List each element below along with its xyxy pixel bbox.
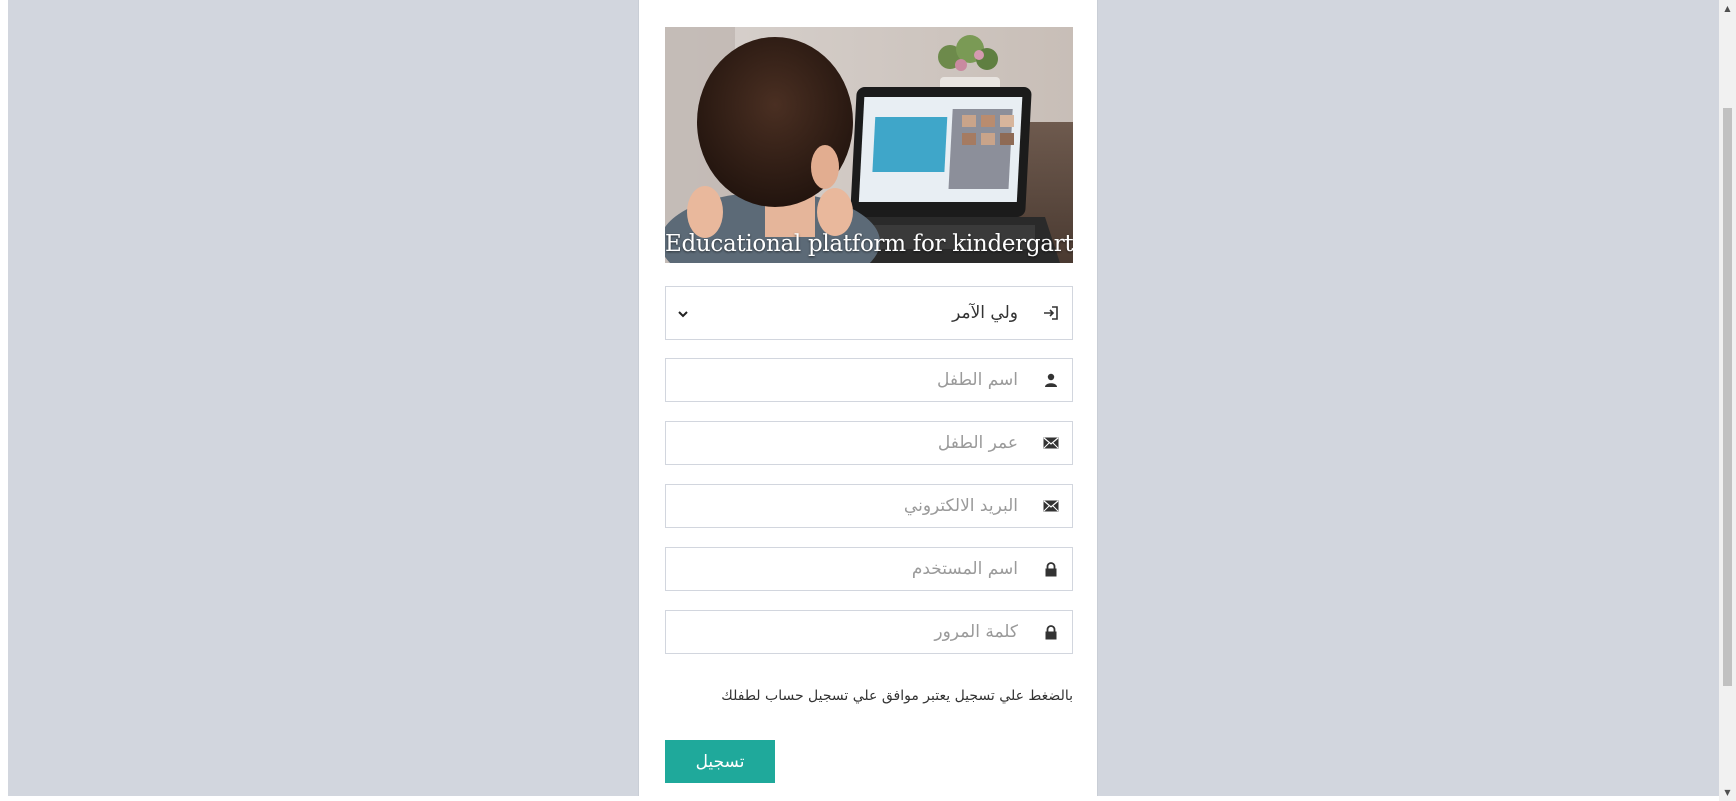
envelope-icon [1042, 434, 1060, 452]
bottom-edge [0, 796, 1719, 801]
password-placeholder: كلمة المرور [934, 622, 1018, 642]
hero-caption: Educational platform for kindergarten [665, 231, 1073, 257]
email-input[interactable]: البريد الالكتروني [665, 484, 1073, 528]
child-name-placeholder: اسم الطفل [936, 370, 1018, 390]
envelope-icon [1042, 497, 1060, 515]
child-name-input[interactable]: اسم الطفل [665, 358, 1073, 402]
register-button[interactable]: تسجيل [665, 740, 775, 783]
scrollbar-thumb[interactable] [1723, 108, 1732, 686]
sign-in-icon [1042, 304, 1060, 322]
vertical-scrollbar[interactable]: ▲ ▼ [1719, 0, 1736, 801]
lock-icon [1042, 623, 1060, 641]
hero-image: Educational platform for kindergarten [665, 27, 1073, 263]
registration-card: Educational platform for kindergarten ول… [638, 0, 1098, 801]
terms-note: بالضغط علي تسجيل يعتبر موافق علي تسجيل ح… [721, 688, 1073, 704]
role-select[interactable]: ولي الآمر [665, 286, 1073, 340]
username-input[interactable]: اسم المستخدم [665, 547, 1073, 591]
child-age-input[interactable]: عمر الطفل [665, 421, 1073, 465]
scroll-down-arrow-icon[interactable]: ▼ [1723, 788, 1732, 797]
scroll-up-arrow-icon[interactable]: ▲ [1723, 4, 1732, 13]
lock-icon [1042, 560, 1060, 578]
email-placeholder: البريد الالكتروني [903, 496, 1018, 516]
user-icon [1042, 371, 1060, 389]
password-input[interactable]: كلمة المرور [665, 610, 1073, 654]
role-select-value: ولي الآمر [952, 303, 1018, 323]
window-edge [0, 0, 8, 801]
username-placeholder: اسم المستخدم [911, 559, 1018, 579]
child-age-placeholder: عمر الطفل [937, 433, 1018, 453]
chevron-down-icon [676, 306, 690, 320]
hero-illustration [665, 27, 1073, 263]
